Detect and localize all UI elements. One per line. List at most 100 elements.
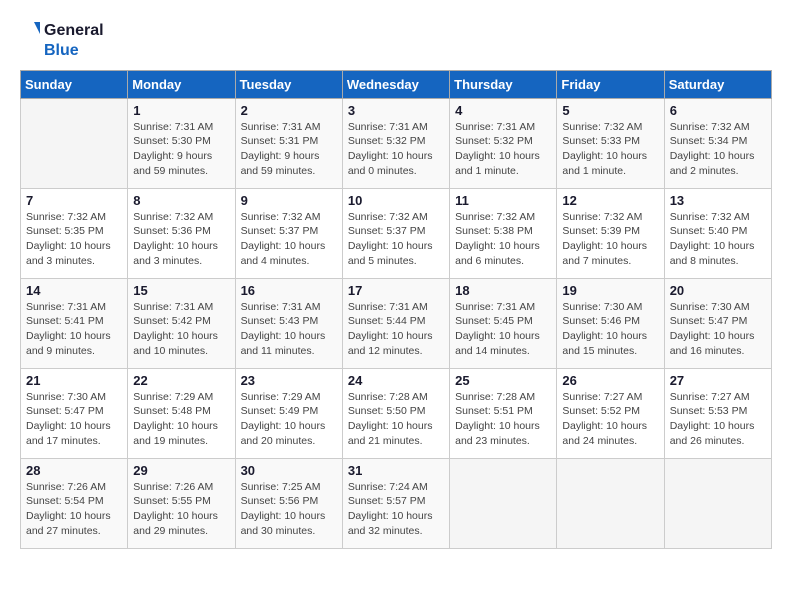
day-number: 3	[348, 103, 444, 118]
day-number: 15	[133, 283, 229, 298]
day-info: Sunrise: 7:31 AMSunset: 5:30 PMDaylight:…	[133, 120, 229, 179]
calendar-cell: 2Sunrise: 7:31 AMSunset: 5:31 PMDaylight…	[235, 98, 342, 188]
day-info: Sunrise: 7:32 AMSunset: 5:37 PMDaylight:…	[348, 210, 444, 269]
calendar-cell: 8 Sunrise: 7:32 AMSunset: 5:36 PMDaylight…	[128, 188, 235, 278]
calendar-cell: 23 Sunrise: 7:29 AMSunset: 5:49 PMDayligh…	[235, 368, 342, 458]
day-info: Sunrise: 7:30 AMSunset: 5:47 PMDaylight:…	[26, 390, 122, 449]
day-number: 17	[348, 283, 444, 298]
day-number: 26	[562, 373, 658, 388]
calendar-week-row: 28Sunrise: 7:26 AMSunset: 5:54 PMDayligh…	[21, 458, 772, 548]
day-number: 11	[455, 193, 551, 208]
calendar-cell: 30 Sunrise: 7:25 AMSunset: 5:56 PMDayligh…	[235, 458, 342, 548]
day-info: Sunrise: 7:28 AMSunset: 5:51 PMDaylight:…	[455, 390, 551, 449]
calendar-cell: 21 Sunrise: 7:30 AMSunset: 5:47 PMDayligh…	[21, 368, 128, 458]
day-number: 5	[562, 103, 658, 118]
day-info: Sunrise: 7:26 AMSunset: 5:54 PMDaylight:…	[26, 480, 122, 539]
day-number: 24	[348, 373, 444, 388]
calendar-cell: 25 Sunrise: 7:28 AMSunset: 5:51 PMDayligh…	[450, 368, 557, 458]
calendar-cell	[557, 458, 664, 548]
day-info: Sunrise: 7:31 AMSunset: 5:32 PMDaylight:…	[348, 120, 444, 179]
day-number: 13	[670, 193, 766, 208]
calendar-cell: 15 Sunrise: 7:31 AMSunset: 5:42 PMDayligh…	[128, 278, 235, 368]
day-number: 16	[241, 283, 337, 298]
logo-container: General Blue	[20, 20, 104, 60]
day-number: 30	[241, 463, 337, 478]
day-info: Sunrise: 7:31 AMSunset: 5:45 PMDaylight:…	[455, 300, 551, 359]
day-info: Sunrise: 7:28 AMSunset: 5:50 PMDaylight:…	[348, 390, 444, 449]
calendar-cell: 4 Sunrise: 7:31 AMSunset: 5:32 PMDaylight…	[450, 98, 557, 188]
day-info: Sunrise: 7:31 AMSunset: 5:42 PMDaylight:…	[133, 300, 229, 359]
day-info: Sunrise: 7:30 AMSunset: 5:46 PMDaylight:…	[562, 300, 658, 359]
day-info: Sunrise: 7:31 AMSunset: 5:32 PMDaylight:…	[455, 120, 551, 179]
calendar-cell: 9 Sunrise: 7:32 AMSunset: 5:37 PMDaylight…	[235, 188, 342, 278]
day-number: 27	[670, 373, 766, 388]
day-number: 20	[670, 283, 766, 298]
weekday-header-row: SundayMondayTuesdayWednesdayThursdayFrid…	[21, 70, 772, 98]
day-number: 2	[241, 103, 337, 118]
calendar-cell: 17 Sunrise: 7:31 AMSunset: 5:44 PMDayligh…	[342, 278, 449, 368]
weekday-header-tuesday: Tuesday	[235, 70, 342, 98]
day-info: Sunrise: 7:27 AMSunset: 5:53 PMDaylight:…	[670, 390, 766, 449]
weekday-header-sunday: Sunday	[21, 70, 128, 98]
calendar-cell	[450, 458, 557, 548]
day-info: Sunrise: 7:29 AMSunset: 5:49 PMDaylight:…	[241, 390, 337, 449]
calendar-table: SundayMondayTuesdayWednesdayThursdayFrid…	[20, 70, 772, 549]
day-number: 19	[562, 283, 658, 298]
calendar-cell: 7 Sunrise: 7:32 AMSunset: 5:35 PMDaylight…	[21, 188, 128, 278]
day-info: Sunrise: 7:32 AMSunset: 5:40 PMDaylight:…	[670, 210, 766, 269]
day-number: 9	[241, 193, 337, 208]
day-number: 25	[455, 373, 551, 388]
calendar-cell: 28Sunrise: 7:26 AMSunset: 5:54 PMDayligh…	[21, 458, 128, 548]
day-info: Sunrise: 7:27 AMSunset: 5:52 PMDaylight:…	[562, 390, 658, 449]
weekday-header-wednesday: Wednesday	[342, 70, 449, 98]
calendar-cell: 13 Sunrise: 7:32 AMSunset: 5:40 PMDayligh…	[664, 188, 771, 278]
calendar-cell: 31 Sunrise: 7:24 AMSunset: 5:57 PMDayligh…	[342, 458, 449, 548]
day-info: Sunrise: 7:32 AMSunset: 5:38 PMDaylight:…	[455, 210, 551, 269]
calendar-cell: 3 Sunrise: 7:31 AMSunset: 5:32 PMDaylight…	[342, 98, 449, 188]
logo-general: General	[44, 22, 104, 40]
logo: General Blue	[20, 20, 104, 60]
calendar-cell: 16Sunrise: 7:31 AMSunset: 5:43 PMDayligh…	[235, 278, 342, 368]
calendar-cell: 18 Sunrise: 7:31 AMSunset: 5:45 PMDayligh…	[450, 278, 557, 368]
calendar-cell: 11 Sunrise: 7:32 AMSunset: 5:38 PMDayligh…	[450, 188, 557, 278]
day-number: 29	[133, 463, 229, 478]
calendar-week-row: 21 Sunrise: 7:30 AMSunset: 5:47 PMDayligh…	[21, 368, 772, 458]
day-info: Sunrise: 7:32 AMSunset: 5:36 PMDaylight:…	[133, 210, 229, 269]
calendar-cell: 29 Sunrise: 7:26 AMSunset: 5:55 PMDayligh…	[128, 458, 235, 548]
day-info: Sunrise: 7:31 AMSunset: 5:44 PMDaylight:…	[348, 300, 444, 359]
calendar-week-row: 14Sunrise: 7:31 AMSunset: 5:41 PMDayligh…	[21, 278, 772, 368]
calendar-cell	[21, 98, 128, 188]
weekday-header-saturday: Saturday	[664, 70, 771, 98]
weekday-header-friday: Friday	[557, 70, 664, 98]
day-info: Sunrise: 7:26 AMSunset: 5:55 PMDaylight:…	[133, 480, 229, 539]
day-info: Sunrise: 7:32 AMSunset: 5:34 PMDaylight:…	[670, 120, 766, 179]
calendar-week-row: 1 Sunrise: 7:31 AMSunset: 5:30 PMDaylight…	[21, 98, 772, 188]
calendar-cell: 22Sunrise: 7:29 AMSunset: 5:48 PMDayligh…	[128, 368, 235, 458]
calendar-cell: 26 Sunrise: 7:27 AMSunset: 5:52 PMDayligh…	[557, 368, 664, 458]
calendar-body: 1 Sunrise: 7:31 AMSunset: 5:30 PMDaylight…	[21, 98, 772, 548]
weekday-header-monday: Monday	[128, 70, 235, 98]
calendar-cell: 1 Sunrise: 7:31 AMSunset: 5:30 PMDaylight…	[128, 98, 235, 188]
day-info: Sunrise: 7:25 AMSunset: 5:56 PMDaylight:…	[241, 480, 337, 539]
day-number: 7	[26, 193, 122, 208]
day-number: 22	[133, 373, 229, 388]
day-number: 4	[455, 103, 551, 118]
day-number: 23	[241, 373, 337, 388]
day-number: 8	[133, 193, 229, 208]
calendar-cell: 20 Sunrise: 7:30 AMSunset: 5:47 PMDayligh…	[664, 278, 771, 368]
day-number: 18	[455, 283, 551, 298]
day-info: Sunrise: 7:32 AMSunset: 5:35 PMDaylight:…	[26, 210, 122, 269]
logo-blue: Blue	[44, 42, 104, 60]
day-number: 1	[133, 103, 229, 118]
calendar-week-row: 7 Sunrise: 7:32 AMSunset: 5:35 PMDaylight…	[21, 188, 772, 278]
day-number: 6	[670, 103, 766, 118]
day-number: 31	[348, 463, 444, 478]
day-info: Sunrise: 7:32 AMSunset: 5:37 PMDaylight:…	[241, 210, 337, 269]
day-info: Sunrise: 7:24 AMSunset: 5:57 PMDaylight:…	[348, 480, 444, 539]
page-header: General Blue	[20, 20, 772, 60]
day-number: 21	[26, 373, 122, 388]
calendar-cell: 5 Sunrise: 7:32 AMSunset: 5:33 PMDaylight…	[557, 98, 664, 188]
day-info: Sunrise: 7:32 AMSunset: 5:33 PMDaylight:…	[562, 120, 658, 179]
calendar-cell: 6 Sunrise: 7:32 AMSunset: 5:34 PMDaylight…	[664, 98, 771, 188]
day-info: Sunrise: 7:30 AMSunset: 5:47 PMDaylight:…	[670, 300, 766, 359]
